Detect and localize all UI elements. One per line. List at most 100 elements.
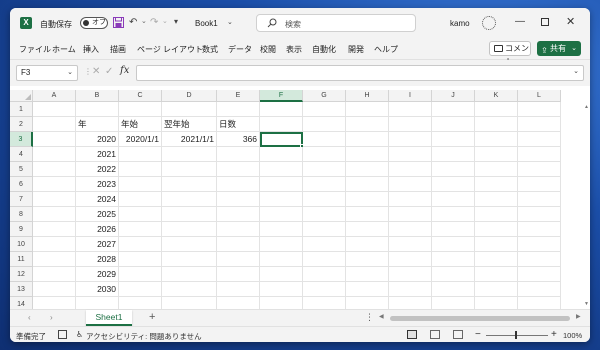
cell-e7[interactable] <box>217 192 260 207</box>
cell-i13[interactable] <box>389 282 432 297</box>
cell-g2[interactable] <box>303 117 346 132</box>
cell-a10[interactable] <box>33 237 76 252</box>
cell-b7[interactable]: 2024 <box>76 192 119 207</box>
row-header-12[interactable]: 12 <box>10 267 33 282</box>
page-layout-view-icon[interactable] <box>430 330 440 339</box>
tab-file[interactable]: ファイル <box>19 44 51 55</box>
cell-i12[interactable] <box>389 267 432 282</box>
cell-e3[interactable]: 366 <box>217 132 260 147</box>
row-header-4[interactable]: 4 <box>10 147 33 162</box>
cell-d11[interactable] <box>162 252 217 267</box>
row-header-10[interactable]: 10 <box>10 237 33 252</box>
row-header-5[interactable]: 5 <box>10 162 33 177</box>
cell-h3[interactable] <box>346 132 389 147</box>
column-header-e[interactable]: E <box>217 90 260 102</box>
cell-a7[interactable] <box>33 192 76 207</box>
cell-e9[interactable] <box>217 222 260 237</box>
cell-b8[interactable]: 2025 <box>76 207 119 222</box>
cell-g3[interactable] <box>303 132 346 147</box>
tab-draw[interactable]: 描画 <box>110 44 126 55</box>
cell-j11[interactable] <box>432 252 475 267</box>
cell-b9[interactable]: 2026 <box>76 222 119 237</box>
cell-i4[interactable] <box>389 147 432 162</box>
cell-d9[interactable] <box>162 222 217 237</box>
row-header-7[interactable]: 7 <box>10 192 33 207</box>
cell-i10[interactable] <box>389 237 432 252</box>
row-header-1[interactable]: 1 <box>10 102 33 117</box>
cell-i7[interactable] <box>389 192 432 207</box>
cell-f7[interactable] <box>260 192 303 207</box>
customize-toolbar-icon[interactable]: ▾ <box>174 17 178 26</box>
cell-e1[interactable] <box>217 102 260 117</box>
cell-e11[interactable] <box>217 252 260 267</box>
cell-a6[interactable] <box>33 177 76 192</box>
cell-h6[interactable] <box>346 177 389 192</box>
cell-a11[interactable] <box>33 252 76 267</box>
cell-c1[interactable] <box>119 102 162 117</box>
cell-k9[interactable] <box>475 222 518 237</box>
cell-a12[interactable] <box>33 267 76 282</box>
tab-automate[interactable]: 自動化 <box>312 44 336 55</box>
cell-l2[interactable] <box>518 117 561 132</box>
cell-b10[interactable]: 2027 <box>76 237 119 252</box>
cell-h11[interactable] <box>346 252 389 267</box>
zoom-slider[interactable] <box>486 335 548 336</box>
row-header-2[interactable]: 2 <box>10 117 33 132</box>
cell-e5[interactable] <box>217 162 260 177</box>
cell-e13[interactable] <box>217 282 260 297</box>
cell-e6[interactable] <box>217 177 260 192</box>
cell-k12[interactable] <box>475 267 518 282</box>
column-header-h[interactable]: H <box>346 90 389 102</box>
cell-f8[interactable] <box>260 207 303 222</box>
insert-function-icon[interactable]: fx <box>120 65 129 76</box>
cell-k10[interactable] <box>475 237 518 252</box>
cell-k7[interactable] <box>475 192 518 207</box>
zoom-level[interactable]: 100% <box>563 331 582 340</box>
cell-l12[interactable] <box>518 267 561 282</box>
tab-formulas[interactable]: 数式 <box>202 44 218 55</box>
cell-k11[interactable] <box>475 252 518 267</box>
cell-h8[interactable] <box>346 207 389 222</box>
cell-h5[interactable] <box>346 162 389 177</box>
undo-icon[interactable]: ↶ <box>129 17 137 28</box>
cell-f13[interactable] <box>260 282 303 297</box>
previous-sheet-icon[interactable]: ‹ <box>28 313 31 322</box>
cell-g4[interactable] <box>303 147 346 162</box>
cell-f10[interactable] <box>260 237 303 252</box>
column-header-i[interactable]: I <box>389 90 432 102</box>
cell-c3[interactable]: 2020/1/1 <box>119 132 162 147</box>
share-button[interactable]: ⇪ 共有 ⌄ <box>537 41 581 56</box>
cell-l4[interactable] <box>518 147 561 162</box>
cell-k13[interactable] <box>475 282 518 297</box>
cell-b6[interactable]: 2023 <box>76 177 119 192</box>
cell-h2[interactable] <box>346 117 389 132</box>
cell-j12[interactable] <box>432 267 475 282</box>
cell-k6[interactable] <box>475 177 518 192</box>
vertical-scrollbar[interactable]: ▲ ▼ <box>584 90 590 309</box>
cell-j3[interactable] <box>432 132 475 147</box>
cell-l8[interactable] <box>518 207 561 222</box>
cell-g5[interactable] <box>303 162 346 177</box>
cell-l13[interactable] <box>518 282 561 297</box>
cell-g10[interactable] <box>303 237 346 252</box>
tab-developer[interactable]: 開発 <box>348 44 364 55</box>
cell-d1[interactable] <box>162 102 217 117</box>
cell-d3[interactable]: 2021/1/1 <box>162 132 217 147</box>
sheet-tab-sheet1[interactable]: Sheet1 <box>86 310 132 326</box>
page-break-view-icon[interactable] <box>453 330 463 339</box>
name-box[interactable]: F3 ⌄ <box>16 65 78 81</box>
cell-k4[interactable] <box>475 147 518 162</box>
cell-f3[interactable] <box>260 132 303 147</box>
comment-button[interactable]: コメント <box>489 41 531 66</box>
column-header-f[interactable]: F <box>260 90 303 102</box>
cell-d2[interactable]: 翌年始 <box>162 117 217 132</box>
row-header-11[interactable]: 11 <box>10 252 33 267</box>
cancel-icon[interactable]: ✕ <box>92 66 100 77</box>
cell-d5[interactable] <box>162 162 217 177</box>
document-title[interactable]: Book1 <box>195 19 218 28</box>
tab-review[interactable]: 校閲 <box>260 44 276 55</box>
search-box[interactable]: 検索 <box>256 14 416 32</box>
cell-j10[interactable] <box>432 237 475 252</box>
minimize-icon[interactable]: — <box>515 16 525 27</box>
row-header-3[interactable]: 3 <box>10 132 33 147</box>
